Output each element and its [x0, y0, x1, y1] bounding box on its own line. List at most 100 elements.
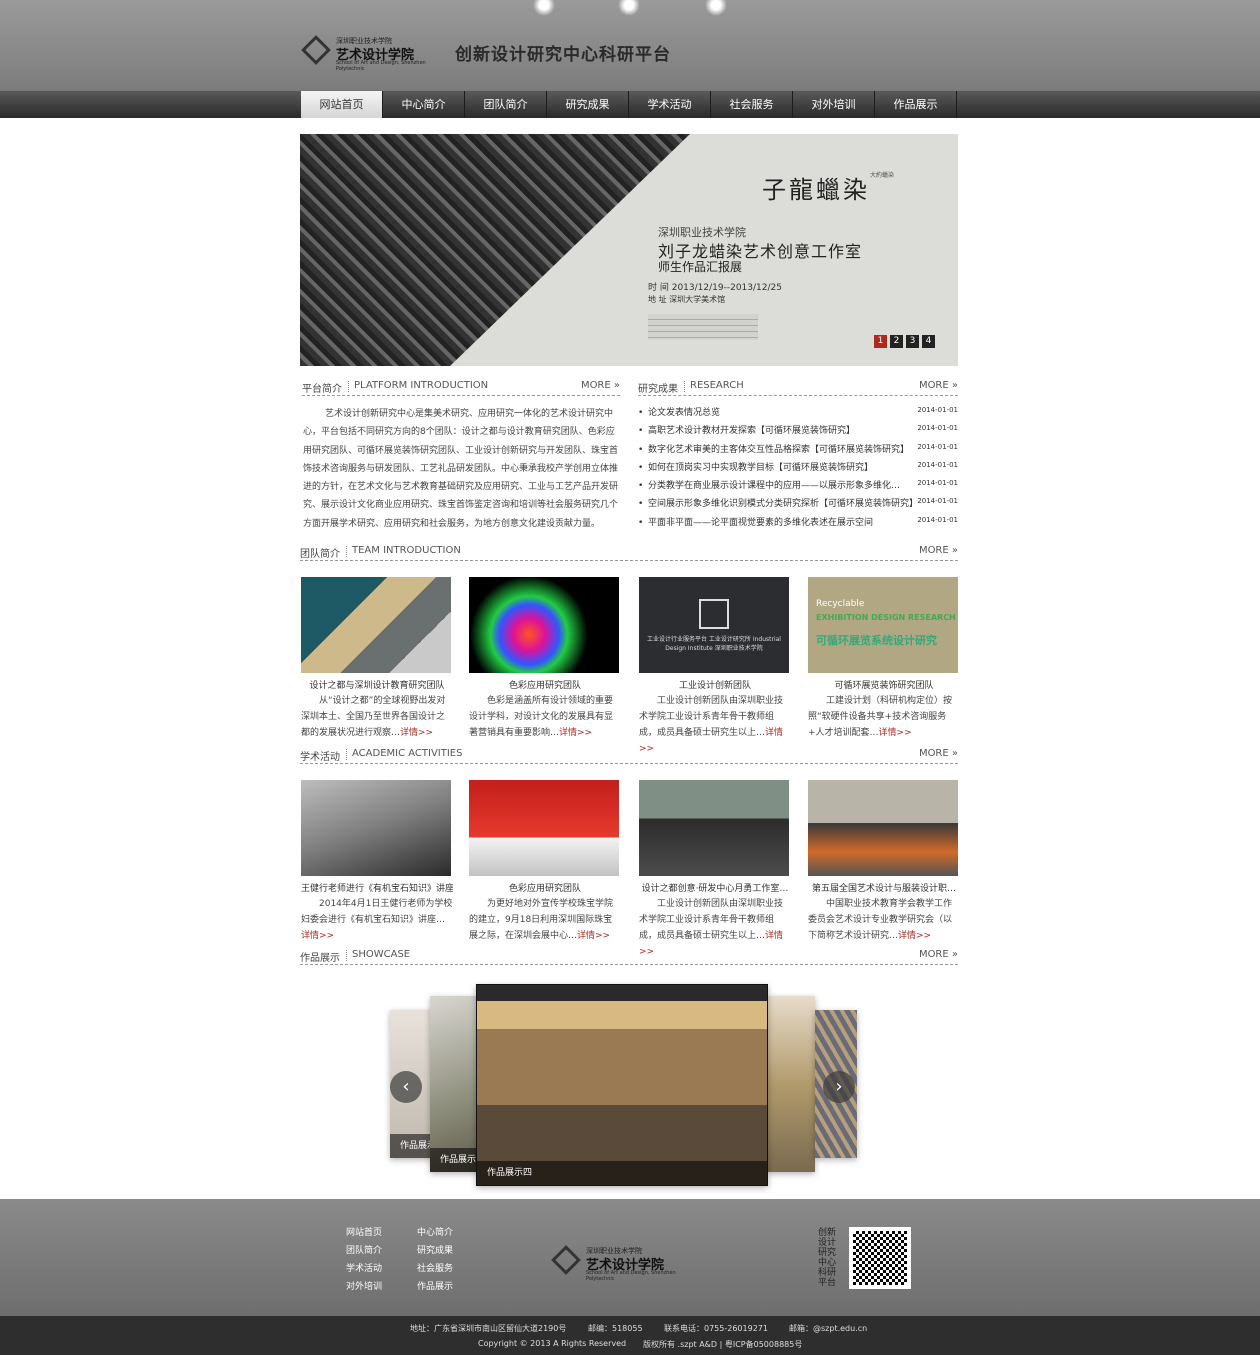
banner-pager: 1 2 3 4	[874, 335, 935, 348]
showcase-title: 作品展示	[300, 953, 340, 964]
detail-link[interactable]: 详情>>	[301, 931, 334, 941]
showcase-slide[interactable]	[767, 996, 815, 1172]
hero-banner[interactable]: 子龍蠟染 大約蠟染 深圳职业技术学院 刘子龙蜡染艺术创意工作室 师生作品汇报展 …	[300, 134, 958, 366]
nav-research[interactable]: 研究成果	[547, 91, 629, 118]
footer-link-center[interactable]: 中心简介	[417, 1225, 453, 1238]
footer-link-training[interactable]: 对外培训	[346, 1279, 382, 1292]
team-more-link[interactable]: MORE »	[919, 545, 958, 556]
academic-card-desc: 为更好地对外宣传学校珠宝学院的建立，9月18日利用深圳国际珠宝展之际，在深圳会展…	[469, 899, 614, 941]
team-card-image[interactable]: 工业设计行业服务平台 工业设计研究所 Industrial Design Ins…	[639, 577, 789, 673]
banner-page-3[interactable]: 3	[906, 335, 919, 348]
academic-more-link[interactable]: MORE »	[919, 748, 958, 759]
logo-english: School of Art and Design, Shenzhen Polyt…	[336, 60, 426, 72]
academic-card[interactable]: 设计之都创意·研发中心月勇工作室… 工业设计创新团队由深圳职业技术学院工业设计系…	[639, 780, 791, 960]
list-item[interactable]: • 高职艺术设计教材开发探索【可循环展览装饰研究】 2014-01-01	[638, 422, 958, 440]
team-card-title[interactable]: 设计之都与深圳设计教育研究团队	[301, 679, 453, 693]
team-title: 团队简介	[300, 549, 340, 560]
academic-card-image[interactable]	[808, 780, 958, 876]
showcase-title-en: SHOWCASE	[352, 949, 411, 960]
banner-page-4[interactable]: 4	[922, 335, 935, 348]
academic-card-desc: 中国职业技术教育学会教学工作委员会艺术设计专业教学研究会（以下简称艺术设计研究……	[808, 899, 953, 941]
nav-team-intro[interactable]: 团队简介	[465, 91, 547, 118]
showcase-slide-active[interactable]: 作品展示四	[476, 984, 768, 1186]
list-item[interactable]: • 如何在顶岗实习中实现教学目标【可循环展览装饰研究】 2014-01-01	[638, 459, 958, 477]
banner-calligraphy: 子龍蠟染	[762, 176, 870, 204]
footer-address: 地址：广东省深圳市南山区留仙大道2190号	[410, 1324, 567, 1333]
team-card[interactable]: Recyclable EXHIBITION DESIGN RESEARCH 可循…	[808, 577, 960, 741]
banner-time: 时 间 2013/12/19--2013/12/25	[648, 283, 782, 293]
nav-social-service[interactable]: 社会服务	[711, 91, 793, 118]
list-item[interactable]: • 平面非平面——论平面视觉要素的多维化表述在展示空间 2014-01-01	[638, 514, 958, 532]
footer-email[interactable]: 邮箱：@szpt.edu.cn	[789, 1323, 867, 1334]
footer-link-academic[interactable]: 学术活动	[346, 1261, 382, 1274]
research-title-en: RESEARCH	[690, 380, 744, 391]
academic-card-image[interactable]	[301, 780, 451, 876]
showcase-more-link[interactable]: MORE »	[919, 949, 958, 960]
nav-training[interactable]: 对外培训	[793, 91, 875, 118]
showcase-carousel: 作品展示 作品展示三 作品展示四 ‹ ›	[390, 982, 860, 1187]
footer-logo[interactable]: 深圳职业技术学院 艺术设计学院 School of Art and Design…	[551, 1244, 702, 1282]
nav-showcase[interactable]: 作品展示	[875, 91, 957, 118]
team-card-desc: 从“设计之都”的全球视野出发对深圳本土、全国乃至世界各国设计之都的发展状况进行观…	[301, 696, 446, 738]
nav-academic[interactable]: 学术活动	[629, 91, 711, 118]
footer-link-home[interactable]: 网站首页	[346, 1225, 382, 1238]
list-item[interactable]: • 空间展示形象多维化识别模式分类研究探析【可循环展览装饰研究】 2014-01-0…	[638, 495, 958, 513]
banner-page-2[interactable]: 2	[890, 335, 903, 348]
team-card-image[interactable]	[301, 577, 451, 673]
team-card[interactable]: 工业设计行业服务平台 工业设计研究所 Industrial Design Ins…	[639, 577, 791, 757]
list-item[interactable]: • 分类教学在商业展示设计课程中的应用——以展示形象多维化… 2014-01-01	[638, 477, 958, 495]
team-card[interactable]: 设计之都与深圳设计教育研究团队 从“设计之都”的全球视野出发对深圳本土、全国乃至…	[301, 577, 453, 741]
team-header: 团队简介 TEAM INTRODUCTION MORE »	[300, 545, 958, 561]
academic-card-image[interactable]	[469, 780, 619, 876]
footer-link-service[interactable]: 社会服务	[417, 1261, 453, 1274]
academic-card[interactable]: 王健行老师进行《有机宝石知识》讲座 2014年4月1日王健行老师为学校妇委会进行…	[301, 780, 453, 944]
list-item[interactable]: • 论文发表情况总览 2014-01-01	[638, 404, 958, 422]
detail-link[interactable]: 详情>>	[400, 728, 433, 738]
qr-label: 创新设计研究中心科研平台	[818, 1228, 837, 1288]
carousel-next-button[interactable]: ›	[823, 1071, 855, 1103]
detail-link[interactable]: 详情>>	[898, 931, 931, 941]
team-card[interactable]: 色彩应用研究团队 色彩是涵盖所有设计领域的重要设计学科，对设计文化的发展具有显著…	[469, 577, 621, 741]
platform-title: 平台简介	[302, 384, 342, 395]
detail-link[interactable]: 详情>>	[559, 728, 592, 738]
team-card-title[interactable]: 工业设计创新团队	[639, 679, 791, 693]
footer-logo-english: School of Art and Design, Shenzhen Polyt…	[586, 1270, 676, 1282]
academic-card-title[interactable]: 色彩应用研究团队	[469, 882, 621, 896]
team-title-en: TEAM INTRODUCTION	[352, 545, 461, 556]
research-header: 研究成果 RESEARCH MORE »	[638, 380, 958, 396]
academic-card-desc: 2014年4月1日王健行老师为学校妇委会进行《有机宝石知识》讲座…详情>>	[301, 899, 453, 941]
team-card-image[interactable]: Recyclable EXHIBITION DESIGN RESEARCH 可循…	[808, 577, 958, 673]
footer-link-showcase[interactable]: 作品展示	[417, 1279, 453, 1292]
recyclable-label: Recyclable	[816, 599, 865, 609]
platform-intro-text: 艺术设计创新研究中心是集美术研究、应用研究一体化的艺术设计研究中心，平台包括不同…	[303, 409, 619, 529]
banner-page-1[interactable]: 1	[874, 335, 887, 348]
nav-center-intro[interactable]: 中心简介	[383, 91, 465, 118]
carousel-prev-button[interactable]: ‹	[390, 1071, 422, 1103]
team-card-title[interactable]: 色彩应用研究团队	[469, 679, 621, 693]
footer-copyright: Copyright © 2013 A Rights Reserved	[478, 1339, 627, 1348]
footer-link-research[interactable]: 研究成果	[417, 1243, 453, 1256]
list-item[interactable]: • 数字化艺术审美的主客体交互性品格探索【可循环展览装饰研究】 2014-01-01	[638, 441, 958, 459]
recyclable-zh-label: 可循环展览系统设计研究	[816, 634, 937, 647]
academic-card[interactable]: 色彩应用研究团队 为更好地对外宣传学校珠宝学院的建立，9月18日利用深圳国际珠宝…	[469, 780, 621, 944]
academic-card-title[interactable]: 王健行老师进行《有机宝石知识》讲座	[301, 882, 453, 896]
team-card-title[interactable]: 可循环展览装饰研究团队	[808, 679, 960, 693]
footer-icp[interactable]: 版权所有 .szpt A&D | 粤ICP备05008885号	[643, 1339, 802, 1350]
research-more-link[interactable]: MORE »	[919, 380, 958, 391]
footer-link-team[interactable]: 团队简介	[346, 1243, 382, 1256]
academic-card-title[interactable]: 第五届全国艺术设计与服装设计职…	[808, 882, 960, 896]
footer-postcode: 邮编：518055	[588, 1324, 643, 1333]
platform-title-en: PLATFORM INTRODUCTION	[354, 380, 489, 391]
school-logo[interactable]: 深圳职业技术学院 艺术设计学院 School of Art and Design…	[301, 34, 452, 72]
academic-card-title[interactable]: 设计之都创意·研发中心月勇工作室…	[639, 882, 791, 896]
qr-code-icon	[849, 1227, 911, 1289]
detail-link[interactable]: 详情>>	[879, 728, 912, 738]
team-card-image[interactable]	[469, 577, 619, 673]
academic-card-image[interactable]	[639, 780, 789, 876]
academic-card[interactable]: 第五届全国艺术设计与服装设计职… 中国职业技术教育学会教学工作委员会艺术设计专业…	[808, 780, 960, 944]
site-title: 创新设计研究中心科研平台	[455, 45, 671, 65]
detail-link[interactable]: 详情>>	[577, 931, 610, 941]
nav-home[interactable]: 网站首页	[301, 91, 383, 118]
logo-mark-icon	[301, 35, 331, 65]
platform-more-link[interactable]: MORE »	[581, 380, 620, 391]
